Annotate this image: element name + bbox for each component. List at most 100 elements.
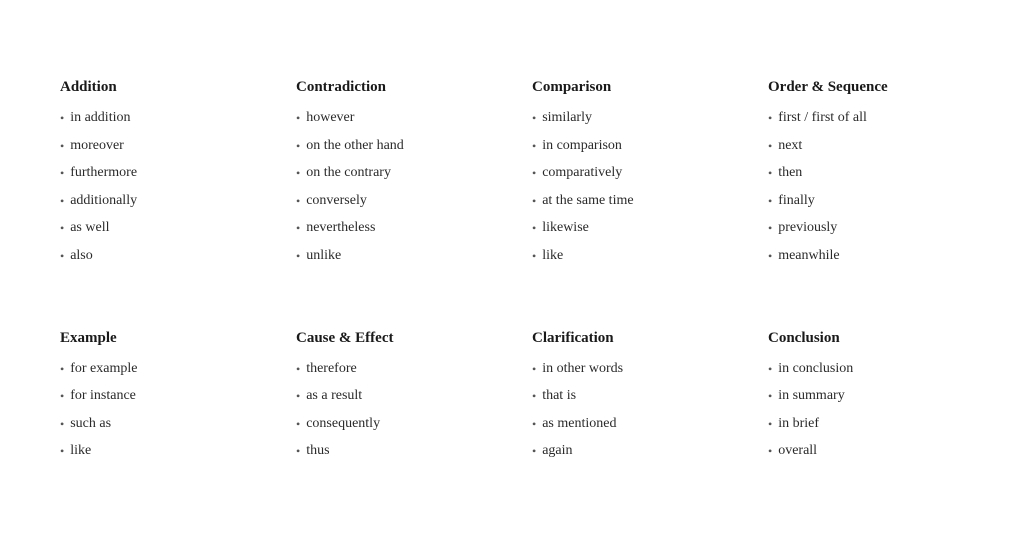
- list-item: •conversely: [296, 191, 492, 211]
- list-item-text: in summary: [778, 386, 845, 406]
- list-item-text: in conclusion: [778, 359, 853, 379]
- bullet-icon: •: [532, 361, 536, 378]
- list-item-text: for example: [70, 359, 137, 379]
- category-comparison: Comparison•similarly•in comparison•compa…: [512, 63, 748, 298]
- list-item-text: likewise: [542, 218, 589, 238]
- list-item: •nevertheless: [296, 218, 492, 238]
- bullet-icon: •: [60, 388, 64, 405]
- list-item-text: comparatively: [542, 163, 622, 183]
- bullet-icon: •: [768, 443, 772, 460]
- bullet-icon: •: [768, 193, 772, 210]
- list-item: •in addition: [60, 108, 256, 128]
- list-item-text: on the other hand: [306, 136, 404, 156]
- bullet-icon: •: [296, 443, 300, 460]
- category-conclusion: Conclusion•in conclusion•in summary•in b…: [748, 314, 984, 493]
- list-item-text: again: [542, 441, 572, 461]
- bullet-icon: •: [60, 220, 64, 237]
- main-grid: Addition•in addition•moreover•furthermor…: [0, 31, 1024, 525]
- list-item: •meanwhile: [768, 246, 964, 266]
- bullet-icon: •: [768, 165, 772, 182]
- bullet-icon: •: [296, 361, 300, 378]
- list-item: • overall: [768, 441, 964, 461]
- bullet-icon: •: [296, 248, 300, 265]
- list-item-text: previously: [778, 218, 837, 238]
- list-item: •similarly: [532, 108, 728, 128]
- list-item: • in comparison: [532, 136, 728, 156]
- bullet-icon: •: [532, 416, 536, 433]
- list-item: •for example: [60, 359, 256, 379]
- list-item-text: also: [70, 246, 93, 266]
- list-item-text: finally: [778, 191, 815, 211]
- category-clarification: Clarification • in other words • that is •as …: [512, 314, 748, 493]
- list-item: • also: [60, 246, 256, 266]
- bullet-icon: •: [296, 388, 300, 405]
- list-item-text: like: [70, 441, 91, 461]
- bullet-icon: •: [768, 388, 772, 405]
- bullet-icon: •: [60, 248, 64, 265]
- list-item: •thus: [296, 441, 492, 461]
- bullet-icon: •: [768, 220, 772, 237]
- category-contradiction: Contradiction•however•on the other hand•…: [276, 63, 512, 298]
- category-title-comparison: Comparison: [532, 79, 728, 96]
- list-item-text: however: [306, 108, 354, 128]
- bullet-icon: •: [768, 361, 772, 378]
- list-item-text: conversely: [306, 191, 367, 211]
- bullet-icon: •: [60, 138, 64, 155]
- list-item: •at the same time: [532, 191, 728, 211]
- bullet-icon: •: [532, 138, 536, 155]
- list-item: • like: [60, 441, 256, 461]
- category-title-contradiction: Contradiction: [296, 79, 492, 96]
- bullet-icon: •: [768, 138, 772, 155]
- list-item: •in brief: [768, 414, 964, 434]
- list-item: • in other words: [532, 359, 728, 379]
- bullet-icon: •: [60, 193, 64, 210]
- list-item: • that is: [532, 386, 728, 406]
- category-title-cause-effect: Cause & Effect: [296, 330, 492, 347]
- category-addition: Addition•in addition•moreover•furthermor…: [40, 63, 276, 298]
- list-item: • finally: [768, 191, 964, 211]
- list-item: •as mentioned: [532, 414, 728, 434]
- list-item: •consequently: [296, 414, 492, 434]
- category-title-clarification: Clarification: [532, 330, 728, 347]
- list-item: •such as: [60, 414, 256, 434]
- list-item: • then: [768, 163, 964, 183]
- list-item-text: overall: [778, 441, 817, 461]
- list-item-text: as a result: [306, 386, 362, 406]
- list-item-text: nevertheless: [306, 218, 375, 238]
- list-item: • in summary: [768, 386, 964, 406]
- list-item: • previously: [768, 218, 964, 238]
- list-item: • again: [532, 441, 728, 461]
- list-item-text: then: [778, 163, 802, 183]
- list-item-text: additionally: [70, 191, 137, 211]
- row-separator: [40, 298, 984, 314]
- list-item-text: furthermore: [70, 163, 137, 183]
- list-item: •moreover: [60, 136, 256, 156]
- bullet-icon: •: [532, 193, 536, 210]
- list-item: •like: [532, 246, 728, 266]
- bullet-icon: •: [532, 443, 536, 460]
- list-item-text: for instance: [70, 386, 136, 406]
- list-item-text: in comparison: [542, 136, 622, 156]
- bullet-icon: •: [532, 110, 536, 127]
- bullet-icon: •: [60, 443, 64, 460]
- list-item: •next: [768, 136, 964, 156]
- list-item-text: such as: [70, 414, 111, 434]
- list-item: • therefore: [296, 359, 492, 379]
- list-item-text: consequently: [306, 414, 380, 434]
- list-item-text: as well: [70, 218, 109, 238]
- list-item-text: that is: [542, 386, 576, 406]
- list-item: •furthermore: [60, 163, 256, 183]
- list-item-text: in other words: [542, 359, 623, 379]
- bullet-icon: •: [532, 248, 536, 265]
- bullet-icon: •: [532, 388, 536, 405]
- list-item: •on the other hand: [296, 136, 492, 156]
- category-order-sequence: Order & Sequence•first / first of all•ne…: [748, 63, 984, 298]
- list-item: •first / first of all: [768, 108, 964, 128]
- list-item-text: therefore: [306, 359, 357, 379]
- category-title-example: Example: [60, 330, 256, 347]
- list-item: • in conclusion: [768, 359, 964, 379]
- list-item-text: in brief: [778, 414, 819, 434]
- list-item-text: on the contrary: [306, 163, 391, 183]
- bullet-icon: •: [296, 110, 300, 127]
- list-item: • as a result: [296, 386, 492, 406]
